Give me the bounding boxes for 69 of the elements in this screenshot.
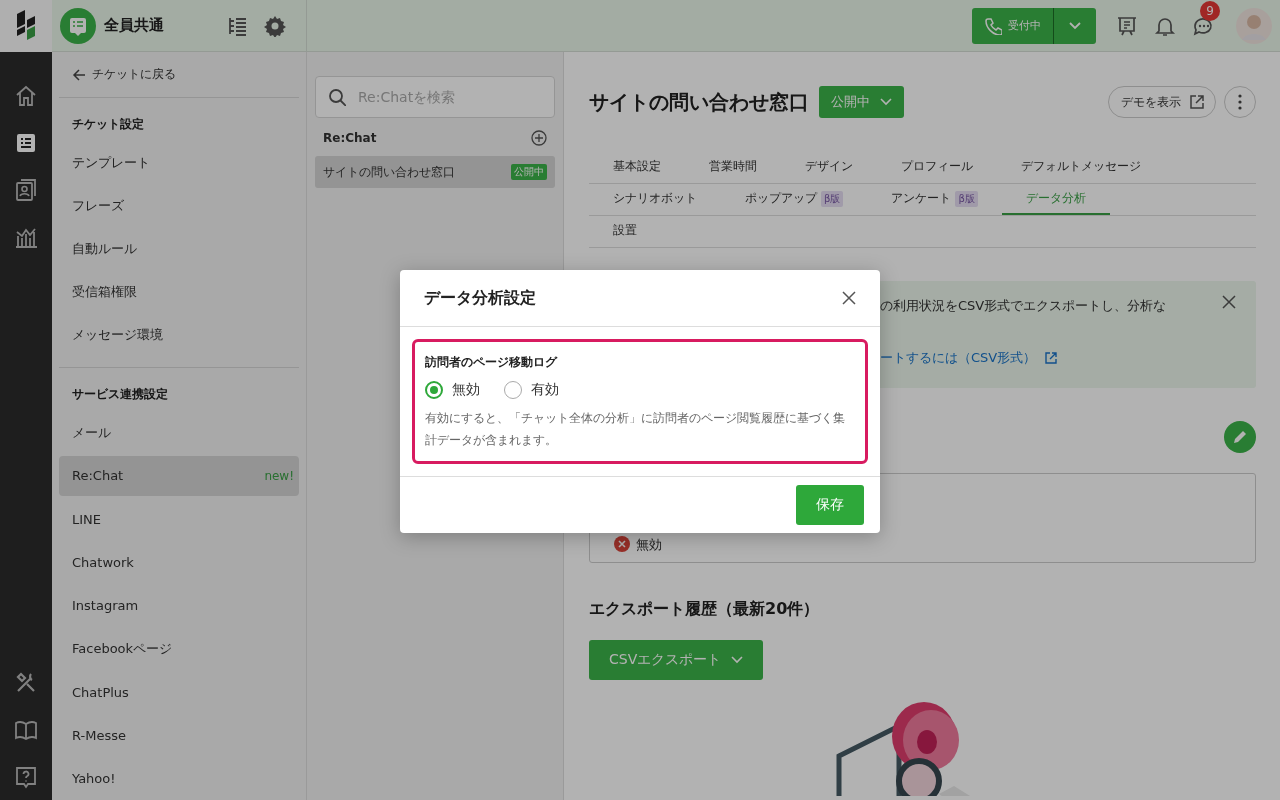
new-label: new! xyxy=(264,468,294,483)
help-text: 有効にすると、「チャット全体の分析」に訪問者のページ閲覧履歴に基づく集計データが含まれます。 xyxy=(425,410,846,449)
radio-option[interactable]: 有効 xyxy=(504,381,559,399)
settings-icon xyxy=(264,14,286,37)
close-button[interactable] xyxy=(842,291,856,305)
setting-value: 無効 xyxy=(636,536,662,555)
status-tag: 公開中 xyxy=(511,164,547,180)
inbox-icon xyxy=(60,7,96,44)
sidebar-item[interactable]: 受信箱権限 xyxy=(59,272,299,312)
sidebar-item[interactable]: メッセージ環境 xyxy=(59,315,299,356)
chevron-down-icon xyxy=(880,96,892,108)
tab[interactable]: シナリオボット xyxy=(589,184,721,215)
sidebar-item[interactable]: R-Messe xyxy=(59,715,299,755)
sidebar-item[interactable]: テンプレート xyxy=(59,143,299,183)
sidebar-item[interactable]: Re:Chat new! xyxy=(59,456,299,496)
tab[interactable]: 基本設定 xyxy=(589,152,685,183)
tab[interactable]: 設置 xyxy=(589,216,661,247)
section-heading: サービス連携設定 xyxy=(71,386,169,404)
field-label: 訪問者のページ移動ログ xyxy=(425,354,559,371)
tab[interactable]: デザイン xyxy=(781,152,877,183)
help-link[interactable]: ートするには（CSV形式） xyxy=(880,349,1059,367)
error-icon xyxy=(614,536,630,553)
sidebar-item[interactable]: Instagram xyxy=(59,585,299,626)
section-heading: チケット設定 xyxy=(71,116,145,133)
banner-text: の利用状況をCSV形式でエクスポートし、分析な xyxy=(880,297,1168,315)
whiteboard-icon xyxy=(1116,14,1138,37)
notification-badge: 9 xyxy=(1200,0,1220,21)
beta-tag: β版 xyxy=(821,190,844,207)
channel-item[interactable]: サイトの問い合わせ窓口 公開中 xyxy=(315,156,555,188)
edit-button[interactable] xyxy=(1224,421,1256,454)
sidebar-item[interactable]: Yahoo! xyxy=(59,758,299,799)
page-title: サイトの問い合わせ窓口 xyxy=(589,88,809,116)
sidebar-item[interactable]: メール xyxy=(59,413,299,453)
settings-button[interactable] xyxy=(264,14,286,37)
tab[interactable]: 営業時間 xyxy=(685,152,781,183)
search-input[interactable]: Re:Chatを検索 xyxy=(356,88,542,106)
demo-button[interactable]: デモを表示 xyxy=(1108,86,1216,118)
more-icon xyxy=(1238,94,1242,110)
sidebar-item[interactable]: Facebookページ xyxy=(59,629,299,669)
workspace-name: 全員共通 xyxy=(104,16,165,35)
sidebar-item[interactable]: フレーズ xyxy=(59,186,299,226)
sidebar-item[interactable]: LINE xyxy=(59,499,299,539)
search-field[interactable]: Re:Chatを検索 xyxy=(315,76,555,118)
beta-tag: β版 xyxy=(955,190,978,207)
tab[interactable]: ポップアップ β版 xyxy=(721,184,868,215)
arrow-left-icon xyxy=(72,67,86,82)
radio-option[interactable]: 無効 xyxy=(425,381,480,399)
dialog-title: データ分析設定 xyxy=(424,287,536,309)
close-button[interactable] xyxy=(1222,295,1236,309)
back-link[interactable]: チケットに戻る xyxy=(59,52,299,98)
external-link-icon xyxy=(1044,351,1059,365)
add-icon xyxy=(531,130,547,146)
contact-card-icon xyxy=(13,176,39,203)
pencil-icon xyxy=(1232,429,1248,446)
close-icon xyxy=(1222,295,1236,309)
sidebar-item[interactable]: ChatPlus xyxy=(59,672,299,712)
section-heading: エクスポート履歴（最新20件） xyxy=(589,599,821,621)
list-heading: Re:Chat xyxy=(323,131,377,145)
close-icon xyxy=(842,291,856,305)
search-icon xyxy=(328,88,346,106)
tab[interactable]: デフォルトメッセージ xyxy=(997,152,1165,183)
sidebar-item[interactable]: 自動ルール xyxy=(59,229,299,269)
sidebar-item[interactable]: Chatwork xyxy=(59,542,299,582)
tab[interactable]: アンケート β版 xyxy=(867,184,1002,215)
tab[interactable]: プロフィール xyxy=(877,152,997,183)
external-link-icon xyxy=(1189,94,1205,110)
phone-icon xyxy=(984,16,1002,35)
whiteboard-button[interactable] xyxy=(1116,14,1138,37)
add-button[interactable] xyxy=(531,130,547,146)
